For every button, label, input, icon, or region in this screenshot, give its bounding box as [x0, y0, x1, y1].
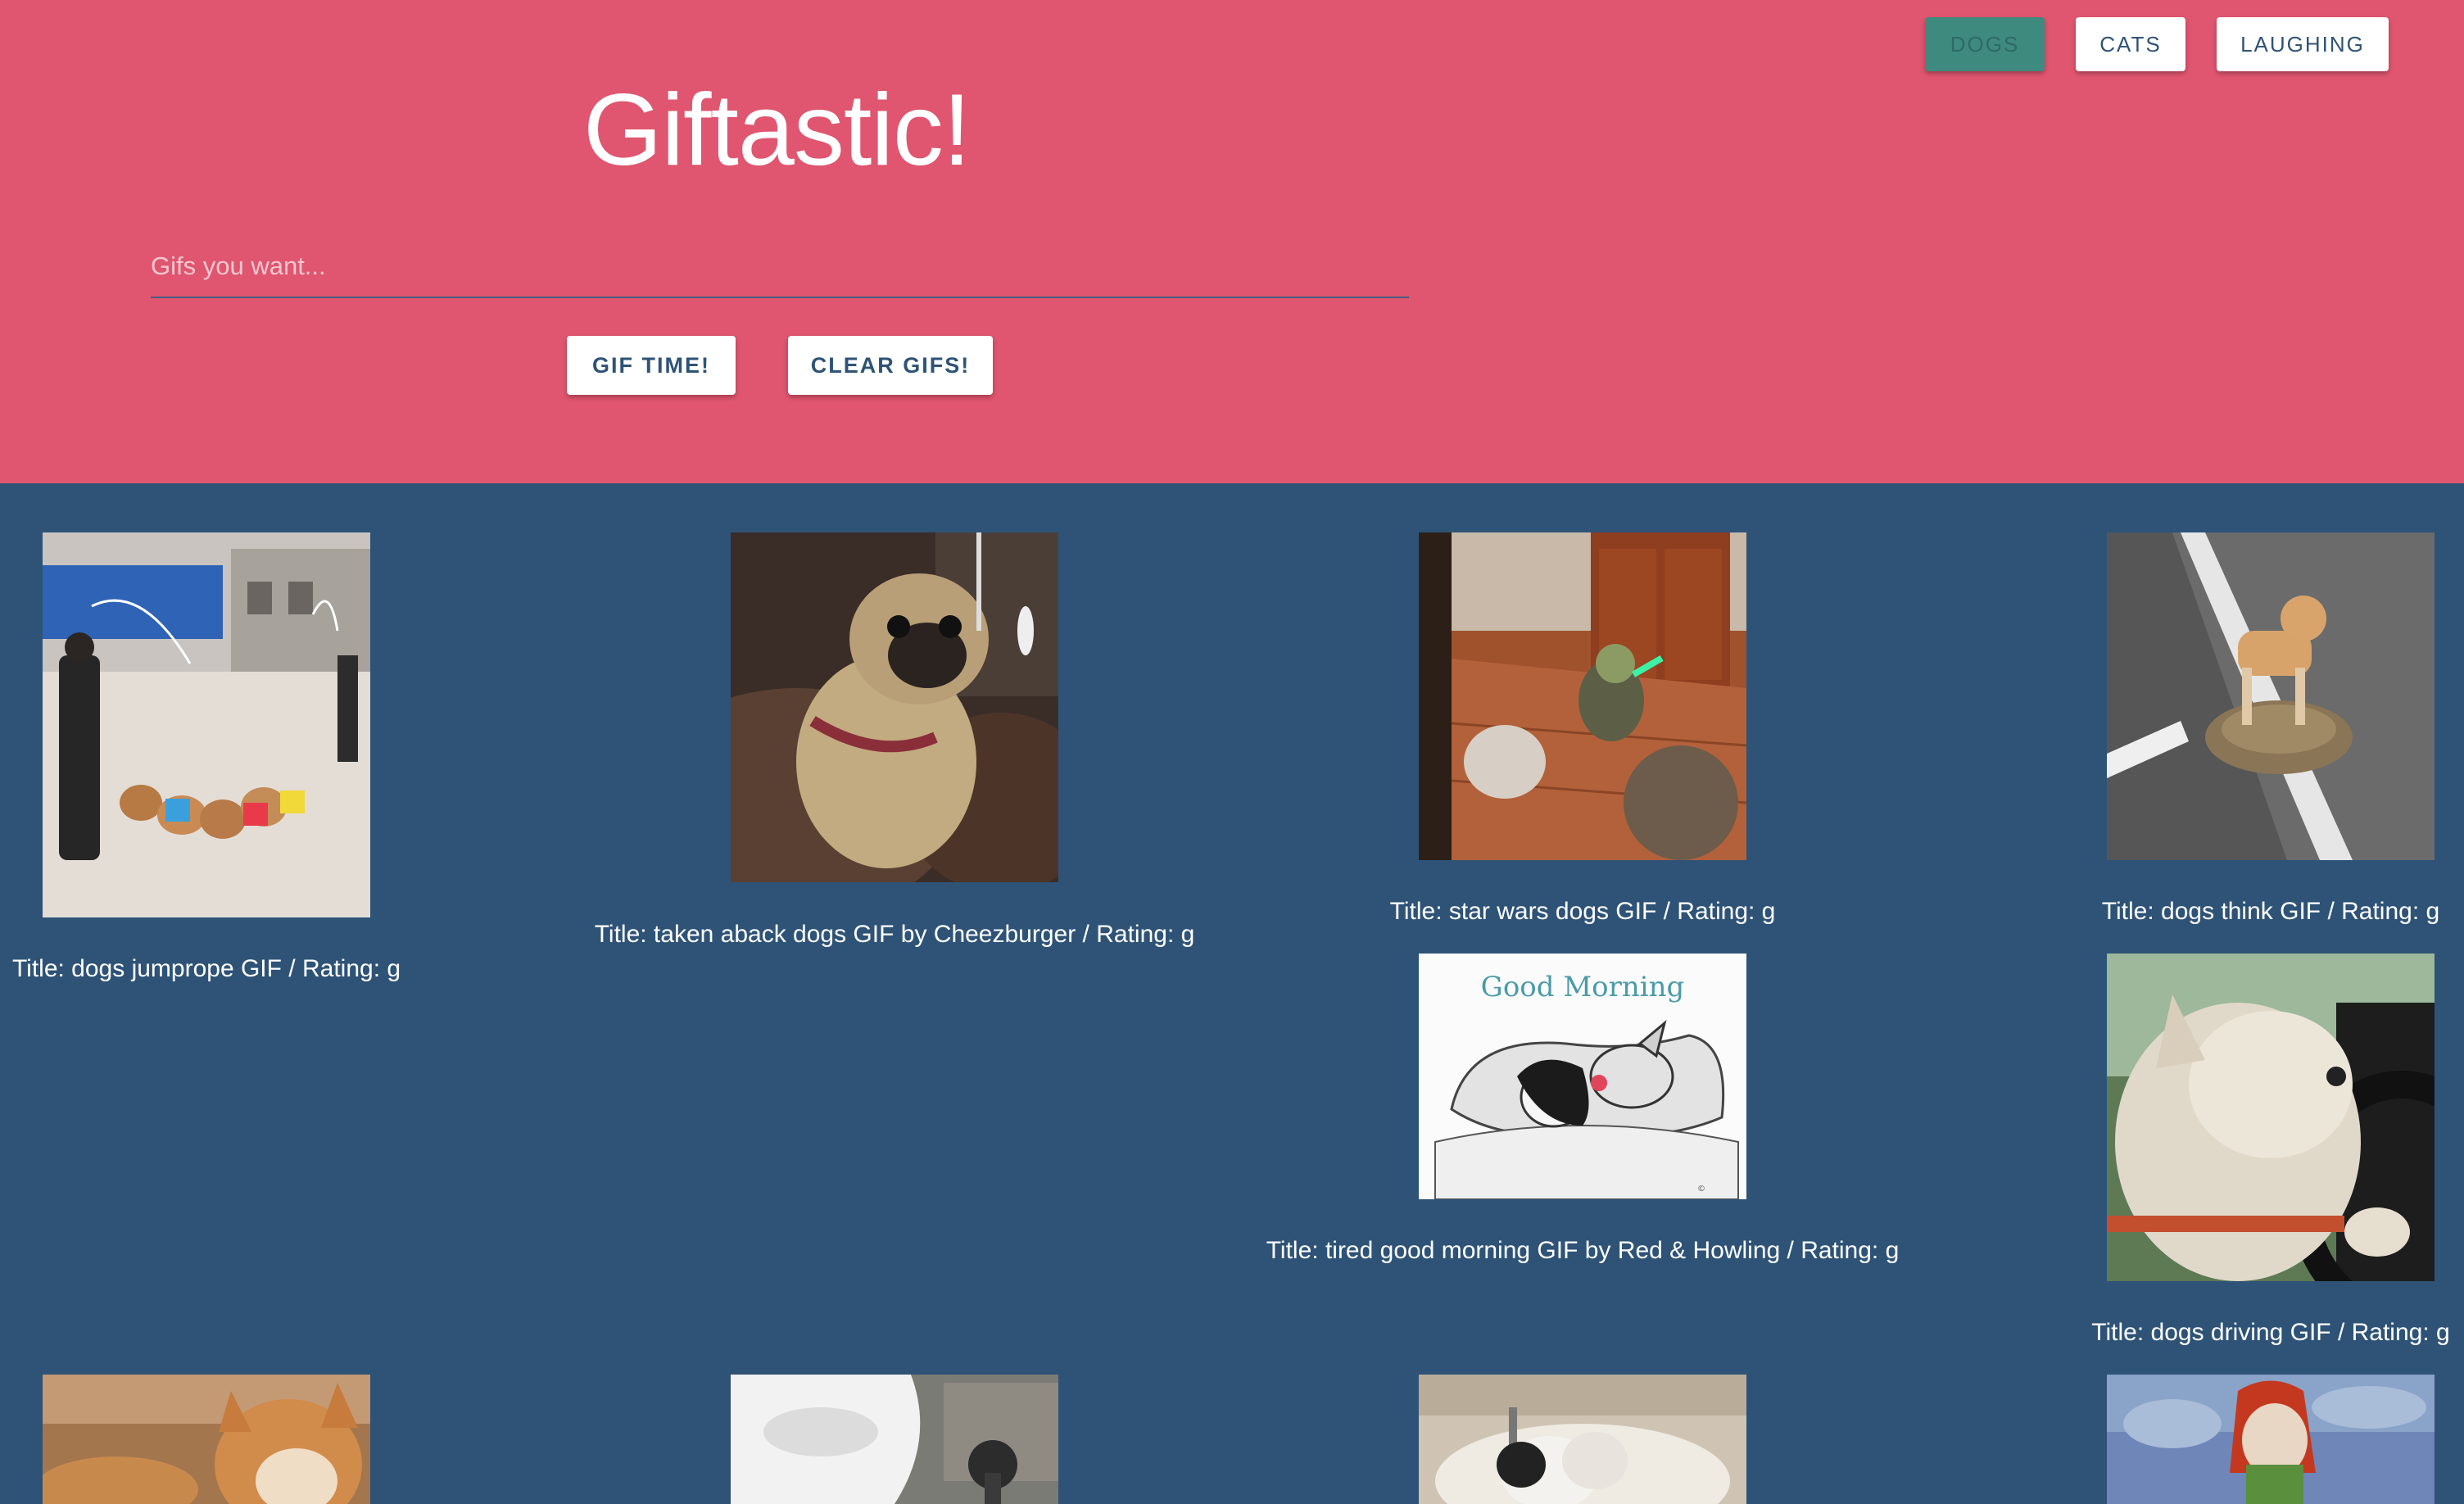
clear-gifs-button[interactable]: CLEAR GIFS! [788, 336, 993, 395]
nav-button-laughing[interactable]: LAUGHING [2217, 17, 2389, 71]
gif-image[interactable] [43, 1375, 370, 1504]
gif-image[interactable] [731, 1375, 1058, 1504]
gif-image[interactable] [2107, 1375, 2435, 1504]
gif-caption: Title: tired good morning GIF by Red & H… [1266, 1237, 1900, 1264]
gif-time-button[interactable]: GIF TIME! [567, 336, 736, 395]
gif-image[interactable] [1419, 532, 1746, 860]
search-input[interactable] [151, 236, 1409, 298]
svg-text:©: © [1697, 1185, 1705, 1194]
gif-image[interactable]: Good Morning © [1419, 954, 1746, 1199]
search-field-wrapper [151, 236, 1409, 298]
gif-image[interactable] [2107, 954, 2435, 1281]
gif-image[interactable] [43, 532, 370, 917]
nav-button-dogs[interactable]: DOGS [1925, 17, 2045, 71]
gif-caption: Title: taken aback dogs GIF by Cheezburg… [594, 921, 1195, 948]
gif-image[interactable] [1419, 1375, 1746, 1504]
gif-image[interactable] [731, 532, 1058, 882]
gif-caption: Title: dogs driving GIF / Rating: g [2091, 1319, 2450, 1346]
page-title: Giftastic! [583, 74, 971, 187]
gif-caption: Title: star wars dogs GIF / Rating: g [1389, 898, 1776, 925]
gif-image[interactable] [2107, 532, 2435, 860]
gif-caption: Title: dogs jumprope GIF / Rating: g [11, 955, 401, 982]
gif-caption: Title: dogs think GIF / Rating: g [2101, 898, 2440, 925]
image-text: Good Morning [1481, 971, 1685, 1003]
header: DOGS CATS LAUGHING Giftastic! GIF TIME! … [0, 0, 2464, 483]
nav-button-cats[interactable]: CATS [2076, 17, 2185, 71]
